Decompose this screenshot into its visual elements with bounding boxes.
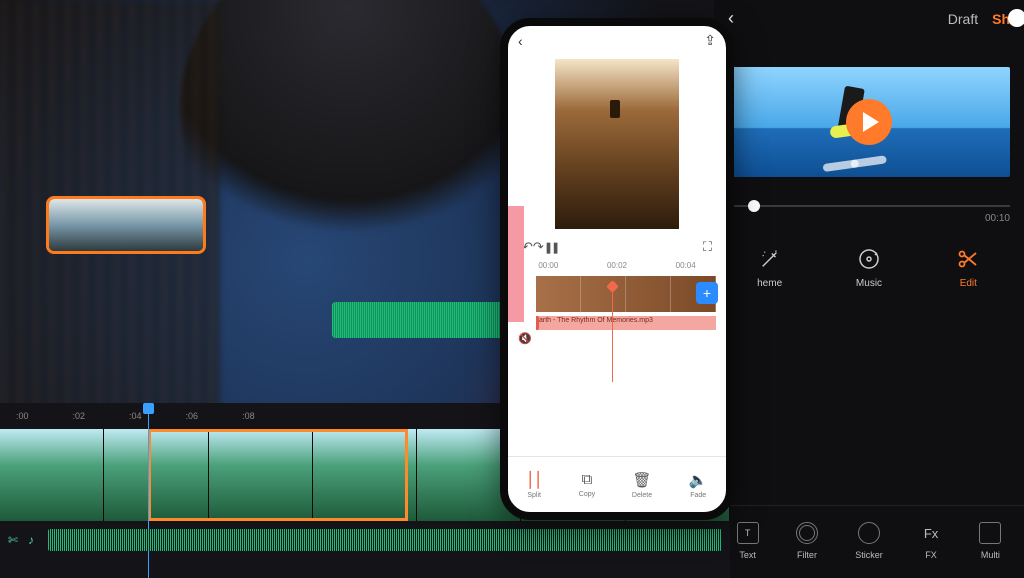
tab-theme[interactable]: heme xyxy=(757,246,783,289)
audio-waveform[interactable]: Dreamland xyxy=(48,529,722,551)
disc-icon xyxy=(856,246,882,272)
tab-music[interactable]: Music xyxy=(856,246,882,289)
draft-button[interactable]: Draft xyxy=(948,11,978,27)
mute-icon[interactable]: 🔇 xyxy=(518,332,532,345)
copy-icon: ⧉ xyxy=(582,471,593,488)
layers-icon xyxy=(979,522,1001,544)
phone-tool-split[interactable]: ⎮⎮Split xyxy=(526,471,542,499)
phone-video-preview[interactable] xyxy=(555,59,679,229)
filter-icon xyxy=(796,522,818,544)
progress-slider[interactable] xyxy=(728,205,1010,207)
right-editor-panel: ‹ Draft Sh 00:10 heme Music Edit TText F… xyxy=(714,0,1024,578)
phone-timeline-ruler: 00:00 00:02 00:04 xyxy=(508,259,726,272)
scissors-icon[interactable]: ✄ xyxy=(8,533,22,547)
time-label: 00:10 xyxy=(714,211,1024,224)
avatar-dot xyxy=(1008,9,1024,27)
phone-video-clip[interactable]: + xyxy=(536,276,716,312)
tool-multi[interactable]: Multi xyxy=(979,522,1001,560)
back-icon[interactable]: ‹ xyxy=(728,8,734,29)
floating-clip-thumbnail[interactable] xyxy=(46,196,206,254)
phone-tool-fade[interactable]: 🔈Fade xyxy=(689,471,708,499)
fx-icon: Fx xyxy=(920,522,942,544)
tool-fx[interactable]: FxFX xyxy=(920,522,942,560)
phone-trim-handle[interactable] xyxy=(508,206,524,322)
fade-icon: 🔈 xyxy=(689,471,708,489)
phone-back-icon[interactable]: ‹ xyxy=(518,33,523,49)
timeline-playhead[interactable] xyxy=(148,403,149,578)
fullscreen-icon[interactable]: ⛶ xyxy=(703,239,712,255)
music-note-icon: ♪ xyxy=(28,533,42,547)
phone-export-icon[interactable]: ⇪ xyxy=(704,32,716,49)
phone-tool-copy[interactable]: ⧉Copy xyxy=(579,471,595,498)
video-preview[interactable] xyxy=(728,67,1010,177)
phone-mockup: ‹ ⇪ ↶ ↷ ❚❚ ⛶ 00:00 00:02 00:04 🔇 + arth … xyxy=(500,18,734,520)
timeline-audio-track[interactable]: ✄ ♪ Dreamland xyxy=(0,521,730,559)
tab-edit[interactable]: Edit xyxy=(955,246,981,289)
wand-icon xyxy=(757,246,783,272)
redo-icon[interactable]: ↷ xyxy=(533,239,544,255)
tool-sticker[interactable]: Sticker xyxy=(855,522,883,560)
share-button[interactable]: Sh xyxy=(992,11,1010,27)
trash-icon: 🗑 xyxy=(632,471,651,489)
text-icon: T xyxy=(737,522,759,544)
split-icon: ⎮⎮ xyxy=(526,471,542,489)
play-icon[interactable] xyxy=(846,99,892,145)
pause-icon[interactable]: ❚❚ xyxy=(544,241,558,254)
phone-toolbar: ⎮⎮Split ⧉Copy 🗑Delete 🔈Fade xyxy=(508,456,726,512)
scissors-icon xyxy=(955,246,981,272)
tool-text[interactable]: TText xyxy=(737,522,759,560)
sticker-icon xyxy=(858,522,880,544)
phone-playhead[interactable] xyxy=(612,286,613,382)
add-clip-button[interactable]: + xyxy=(696,282,718,304)
phone-tool-delete[interactable]: 🗑Delete xyxy=(632,471,652,499)
tool-filter[interactable]: Filter xyxy=(796,522,818,560)
phone-audio-clip[interactable]: arth - The Rhythm Of Memories.mp3 xyxy=(536,316,716,330)
